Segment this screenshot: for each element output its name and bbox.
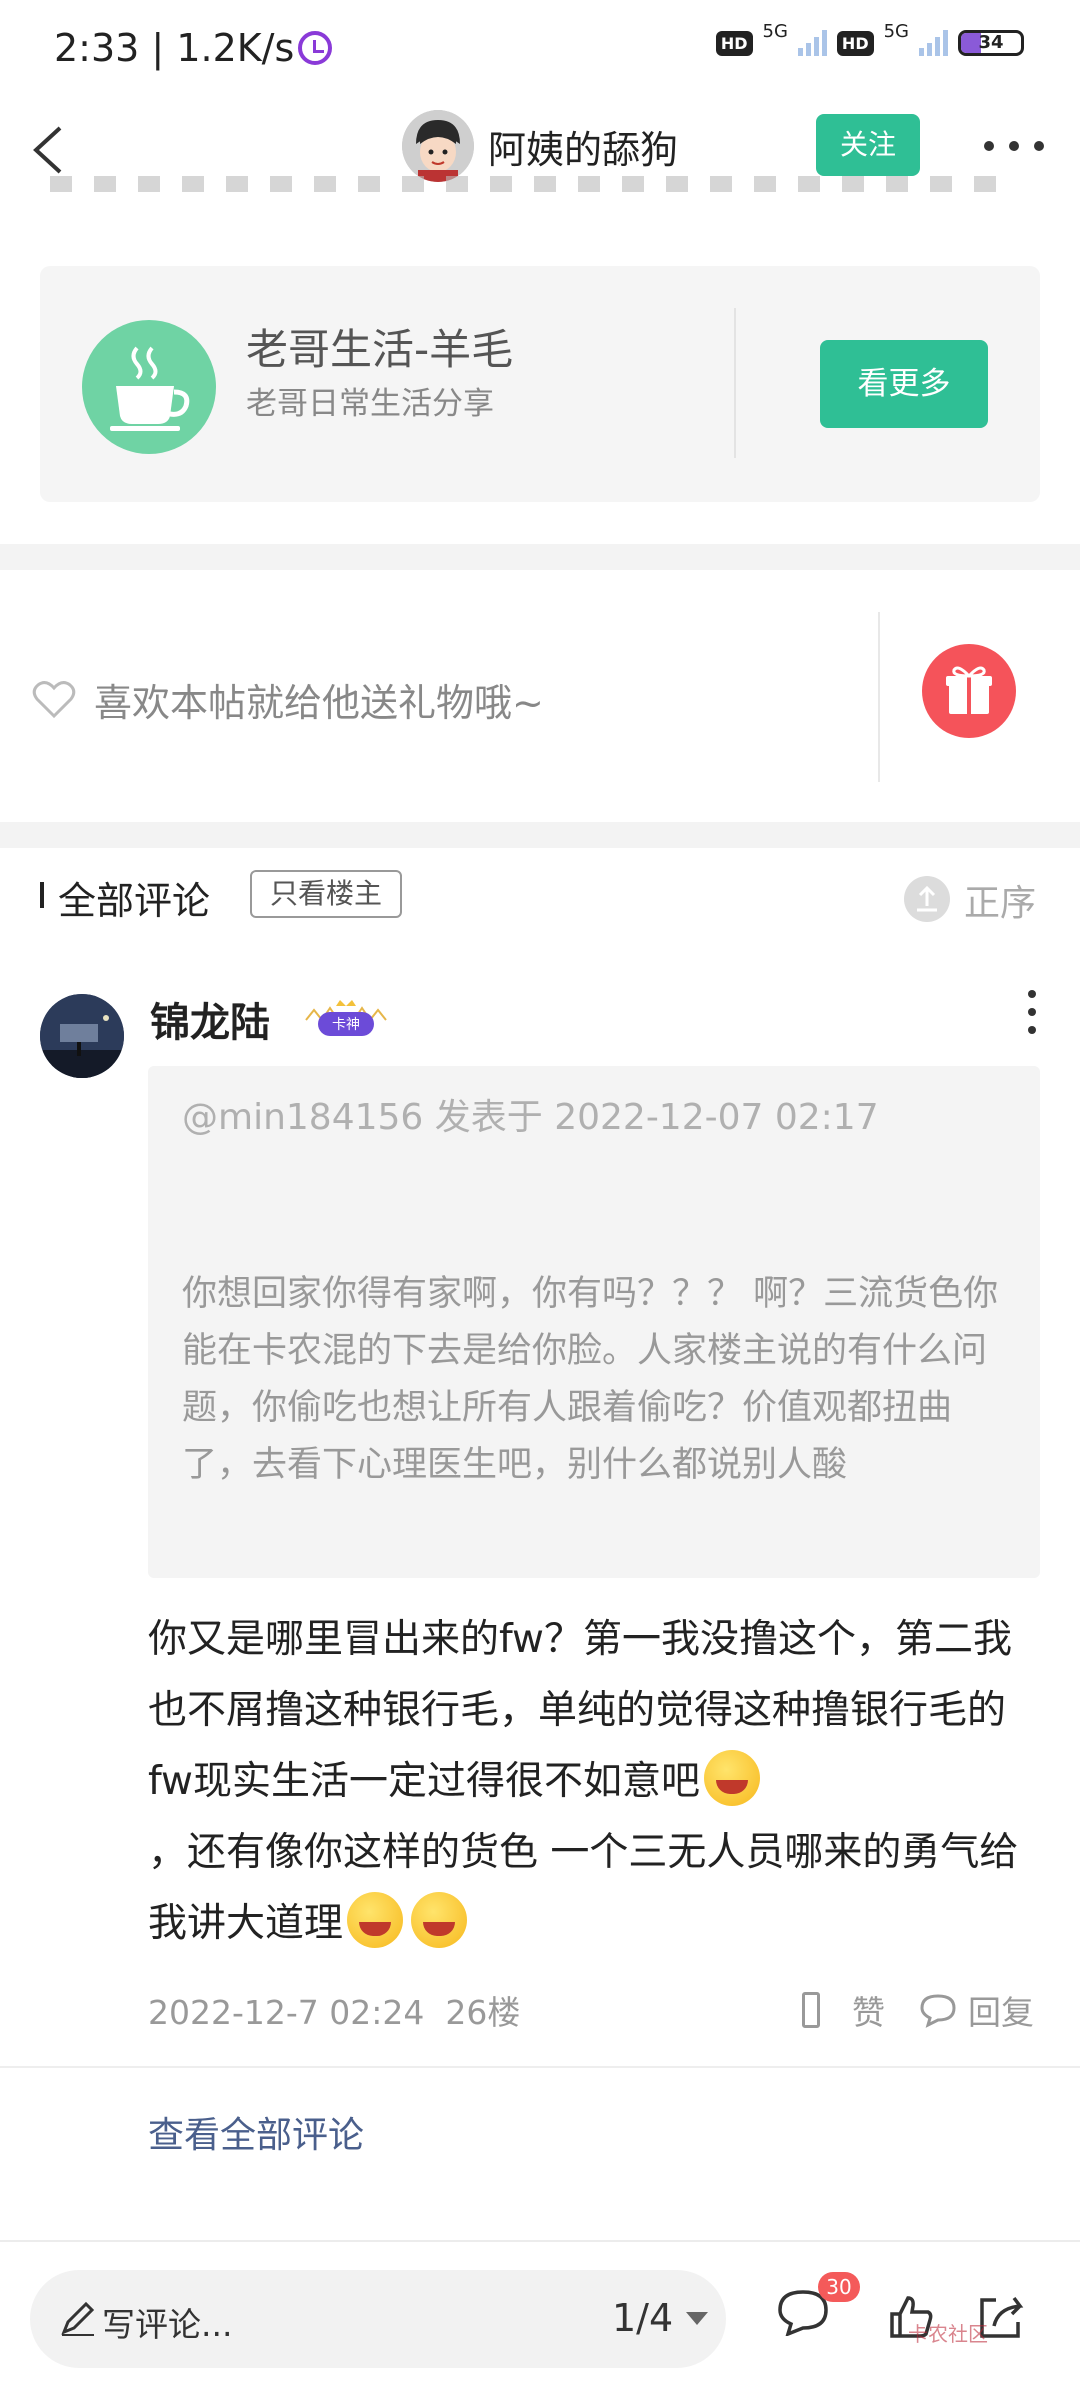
dot-icon xyxy=(1009,141,1019,151)
user-badge: 卡神 xyxy=(300,998,392,1040)
speech-bubble-icon xyxy=(920,1994,956,2028)
signal-icon xyxy=(797,30,827,56)
author-name: 阿姨的舔狗 xyxy=(488,127,679,172)
comment-meta: 2022-12-7 02:24 26楼 xyxy=(148,1986,520,2034)
write-comment-placeholder: 写评论... xyxy=(102,2305,233,2344)
quoted-comment[interactable]: @min184156 发表于 2022-12-07 02:17 你想回家你得有家… xyxy=(148,1066,1040,1578)
network-type: 5G xyxy=(762,20,788,42)
gift-prompt-text: 喜欢本帖就给他送礼物哦~ xyxy=(94,681,544,725)
see-more-button[interactable]: 看更多 xyxy=(820,340,988,428)
more-options-button[interactable] xyxy=(984,126,1044,166)
starstruck-emoji-icon xyxy=(703,1750,760,1806)
comments-title: 全部评论 xyxy=(58,879,211,923)
battery-icon: 34 xyxy=(958,30,1024,56)
quote-text: 你想回家你得有家啊，你有吗？？？ 啊？三流货色你能在卡农混的下去是给你脸。人家楼… xyxy=(182,1274,999,1485)
view-all-comments-link[interactable]: 查看全部评论 xyxy=(148,2106,364,2158)
dot-icon xyxy=(1028,1026,1036,1034)
network-type-2: 5G xyxy=(883,20,909,42)
like-button[interactable]: 赞 xyxy=(802,1986,885,2034)
heart-icon xyxy=(32,680,76,718)
reply-label: 回复 xyxy=(968,1993,1034,2032)
back-button[interactable] xyxy=(22,120,82,180)
dot-icon xyxy=(1034,141,1044,151)
hd-icon-2: HD xyxy=(836,30,874,56)
pencil-icon xyxy=(61,2301,95,2336)
comments-header: 全部评论 只看楼主 正序 xyxy=(0,860,1080,930)
comment-text-2: ，还有像你这样的货色 一个三无人员哪来的勇气给我讲大道理 xyxy=(148,1830,1019,1946)
gift-prompt[interactable]: 喜欢本帖就给他送礼物哦~ xyxy=(32,672,544,727)
dot-icon xyxy=(1028,1008,1036,1016)
hd-icon: HD xyxy=(715,30,753,56)
laughing-emoji-icon xyxy=(411,1892,468,1948)
write-comment-input[interactable]: 写评论... 1/4 xyxy=(30,2270,726,2368)
comment-body: 你又是哪里冒出来的fw？第一我没撸这个，第二我也不屑撸这种银行毛，单纯的觉得这种… xyxy=(148,1604,1048,1959)
status-time: 2:33 | 1.2K/s xyxy=(54,26,333,70)
watermark: 卡农社区 xyxy=(908,2322,988,2346)
signal-icon-2 xyxy=(919,30,948,56)
author-info[interactable]: 阿姨的舔狗 xyxy=(402,110,678,182)
section-separator xyxy=(0,544,1080,570)
gift-icon xyxy=(946,666,992,714)
comment-time: 2022-12-7 02:24 xyxy=(148,1993,425,2032)
page-indicator[interactable]: 1/4 xyxy=(612,2296,673,2340)
page-dropdown-icon[interactable] xyxy=(686,2312,708,2325)
gift-button[interactable] xyxy=(922,644,1016,738)
circle-subtitle: 老哥日常生活分享 xyxy=(246,386,494,422)
comment-count-badge: 30 xyxy=(818,2272,860,2302)
circle-title: 老哥生活-羊毛 xyxy=(246,325,514,374)
circle-card[interactable]: 老哥生活-羊毛 老哥日常生活分享 看更多 xyxy=(40,266,1040,502)
chevron-left-icon xyxy=(33,126,62,174)
bottom-action-bar: 写评论... 1/4 30 卡农社区 xyxy=(0,2240,1080,2400)
only-op-filter[interactable]: 只看楼主 xyxy=(250,870,403,918)
status-icons: HD 5G HD 5G 34 xyxy=(715,21,1024,56)
coffee-cup-icon xyxy=(110,346,190,431)
like-label: 赞 xyxy=(852,1993,885,2032)
title-marker xyxy=(40,882,44,908)
follow-button[interactable]: 关注 xyxy=(816,114,920,176)
clock-text: 2:33 xyxy=(54,26,140,70)
billboard-photo-icon xyxy=(40,994,124,1078)
badge-text: 卡神 xyxy=(332,1017,360,1033)
sort-label[interactable]: 正序 xyxy=(964,874,1036,926)
battery-level: 34 xyxy=(978,32,1004,53)
dot-icon xyxy=(1028,990,1036,998)
laughing-emoji-icon xyxy=(347,1892,404,1948)
cartoon-avatar-icon xyxy=(402,110,474,182)
quote-header: @min184156 发表于 2022-12-07 02:17 xyxy=(182,1097,879,1138)
commenter-avatar[interactable] xyxy=(40,994,124,1078)
reply-button[interactable]: 回复 xyxy=(918,1986,1034,2034)
comment-text-1: 你又是哪里冒出来的fw？第一我没撸这个，第二我也不屑撸这种银行毛，单纯的觉得这种… xyxy=(148,1617,1012,1804)
divider xyxy=(878,612,880,782)
circle-logo xyxy=(82,320,216,454)
comment-more-button[interactable] xyxy=(1022,990,1042,1034)
status-bar: 2:33 | 1.2K/s HD 5G HD 5G 34 xyxy=(0,0,1080,100)
sort-arrows-icon xyxy=(917,885,937,912)
crown-badge-icon: 卡神 xyxy=(305,1000,387,1036)
alarm-icon xyxy=(298,31,333,65)
author-avatar[interactable] xyxy=(402,110,474,182)
clipped-text-line xyxy=(50,176,1000,194)
net-speed: 1.2K/s xyxy=(176,26,295,70)
divider xyxy=(734,308,736,458)
sort-icon[interactable] xyxy=(904,876,950,922)
divider xyxy=(0,2066,1080,2068)
like-icon xyxy=(802,1992,820,2028)
section-separator xyxy=(0,822,1080,848)
commenter-name[interactable]: 锦龙陆 xyxy=(150,990,270,1048)
dot-icon xyxy=(984,141,994,151)
floor-number: 26楼 xyxy=(445,1993,521,2032)
